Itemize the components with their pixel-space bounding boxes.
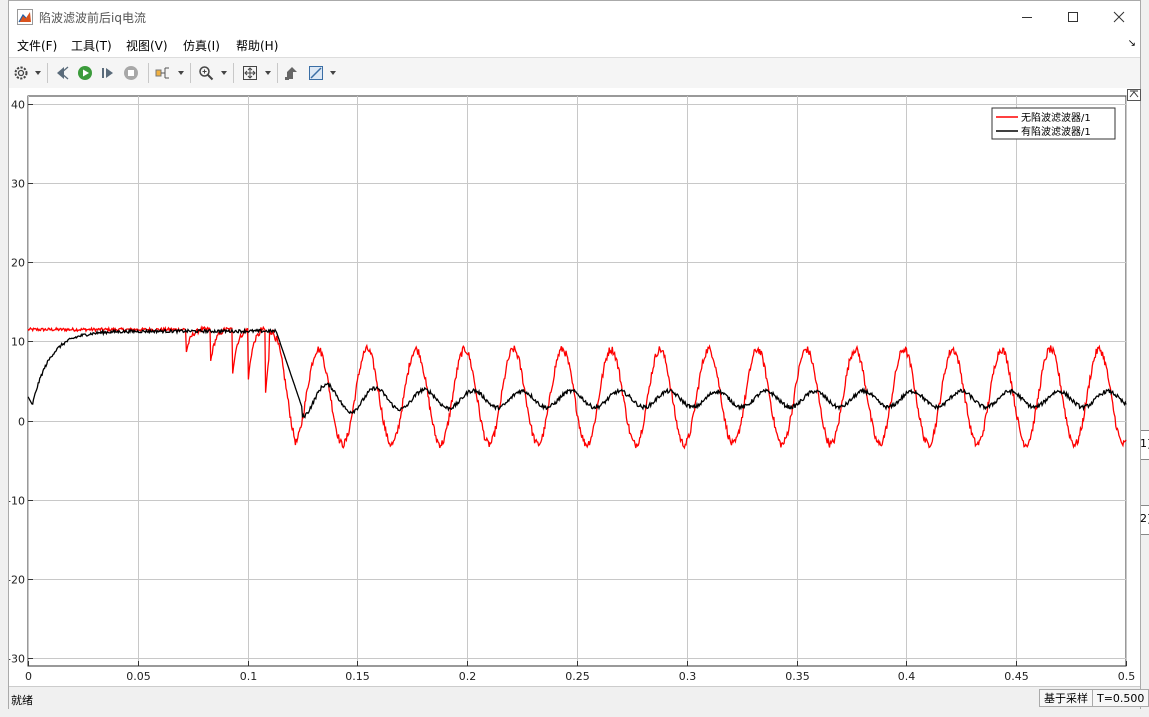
- status-ready: 就绪: [11, 694, 33, 707]
- x-tick-label: 0.2: [459, 670, 477, 683]
- fit-view-button[interactable]: [241, 64, 259, 82]
- legend-label: 有陷波滤波器/1: [1021, 125, 1091, 138]
- toolbar: [9, 57, 1140, 89]
- y-tick-label: -20: [9, 574, 25, 587]
- zoom-icon: [199, 66, 214, 81]
- title-bar: 陷波滤波前后iq电流: [9, 1, 1140, 33]
- close-icon: [1113, 11, 1125, 23]
- x-tick-label: 0: [25, 670, 32, 683]
- toolbar-separator: [47, 63, 48, 83]
- plot-area: 0 0.05 0.1 0.15 0.2 0.25 0.3 0.35 0.4 0.45 0.5 40 30…: [9, 88, 1140, 685]
- x-tick-label: 0.1: [240, 670, 258, 683]
- menu-tools[interactable]: 工具(T): [71, 37, 112, 54]
- window-title: 陷波滤波前后iq电流: [39, 11, 146, 25]
- y-tick-label: -30: [9, 653, 25, 666]
- step-back-icon: [57, 66, 69, 80]
- x-tick-label: 0.05: [126, 670, 151, 683]
- y-tick-label: 30: [11, 178, 25, 191]
- close-button[interactable]: [1096, 1, 1142, 33]
- expand-icon: [1129, 90, 1139, 98]
- gear-icon: [14, 66, 28, 80]
- settings-button[interactable]: [12, 64, 30, 82]
- menu-help[interactable]: 帮助(H): [236, 37, 278, 54]
- x-tick-label: 0.5: [1118, 670, 1136, 683]
- cursor-measure-dropdown-icon[interactable]: [330, 70, 336, 76]
- signal-select-dropdown-icon[interactable]: [178, 70, 184, 76]
- status-sim-time: T=0.500: [1092, 689, 1149, 707]
- toolbar-separator: [190, 63, 191, 83]
- restore-button[interactable]: [283, 64, 301, 82]
- x-tick-label: 0.15: [345, 670, 370, 683]
- stop-button[interactable]: [122, 64, 140, 82]
- step-forward-button[interactable]: [99, 64, 117, 82]
- cursor-measure-icon: [309, 66, 323, 80]
- run-icon: [78, 66, 92, 80]
- menu-bar: 文件(F) 工具(T) 视图(V) 仿真(I) 帮助(H) ↘: [9, 33, 1140, 57]
- undock-icon[interactable]: ↘: [1128, 38, 1136, 49]
- x-tick-label: 0.4: [898, 670, 916, 683]
- toolbar-separator: [233, 63, 234, 83]
- y-tick-label: 20: [11, 257, 25, 270]
- step-forward-icon: [102, 68, 113, 78]
- x-tick-label: 0.25: [565, 670, 590, 683]
- status-sample-mode: 基于采样: [1039, 689, 1093, 707]
- scope-window: 陷波滤波前后iq电流 文件(F) 工具(T) 视图(V) 仿真(I) 帮助(H)…: [8, 0, 1149, 711]
- cursor-measure-button[interactable]: [307, 64, 325, 82]
- menu-file[interactable]: 文件(F): [17, 37, 57, 54]
- toolbar-separator: [277, 63, 278, 83]
- y-tick-label: 40: [11, 99, 25, 112]
- y-tick-label: 0: [18, 416, 25, 429]
- fit-view-dropdown-icon[interactable]: [265, 70, 271, 76]
- legend-label: 无陷波滤波器/1: [1021, 111, 1091, 124]
- background-window-fragment: 1]: [1140, 430, 1149, 460]
- run-button[interactable]: [76, 64, 94, 82]
- x-tick-label: 0.35: [785, 670, 810, 683]
- fit-view-icon: [243, 66, 257, 80]
- matlab-scope-icon: [17, 9, 33, 25]
- signal-select-icon: [155, 67, 169, 79]
- step-back-button[interactable]: [53, 64, 71, 82]
- zoom-dropdown-icon[interactable]: [221, 70, 227, 76]
- settings-dropdown-icon[interactable]: [35, 70, 41, 76]
- menu-view[interactable]: 视图(V): [126, 37, 168, 54]
- maximize-button[interactable]: [1050, 1, 1096, 33]
- x-tick-label: 0.45: [1004, 670, 1029, 683]
- background-window-fragment: 2]: [1140, 505, 1149, 535]
- iq-current-chart[interactable]: 0 0.05 0.1 0.15 0.2 0.25 0.3 0.35 0.4 0.45 0.5 40 30…: [9, 88, 1140, 685]
- maximize-icon: [1068, 12, 1078, 22]
- expand-plot-button[interactable]: [1127, 89, 1141, 101]
- status-bar: 就绪 基于采样 T=0.500: [9, 686, 1149, 711]
- toolbar-separator: [148, 63, 149, 83]
- signal-select-button[interactable]: [154, 64, 172, 82]
- stop-icon: [124, 66, 138, 80]
- y-tick-label: 10: [11, 336, 25, 349]
- minimize-button[interactable]: [1004, 1, 1050, 33]
- minimize-icon: [1022, 17, 1032, 18]
- zoom-button[interactable]: [197, 64, 215, 82]
- restore-icon: [285, 67, 297, 80]
- x-tick-label: 0.3: [679, 670, 697, 683]
- menu-simulation[interactable]: 仿真(I): [183, 37, 220, 54]
- y-tick-label: -10: [9, 495, 25, 508]
